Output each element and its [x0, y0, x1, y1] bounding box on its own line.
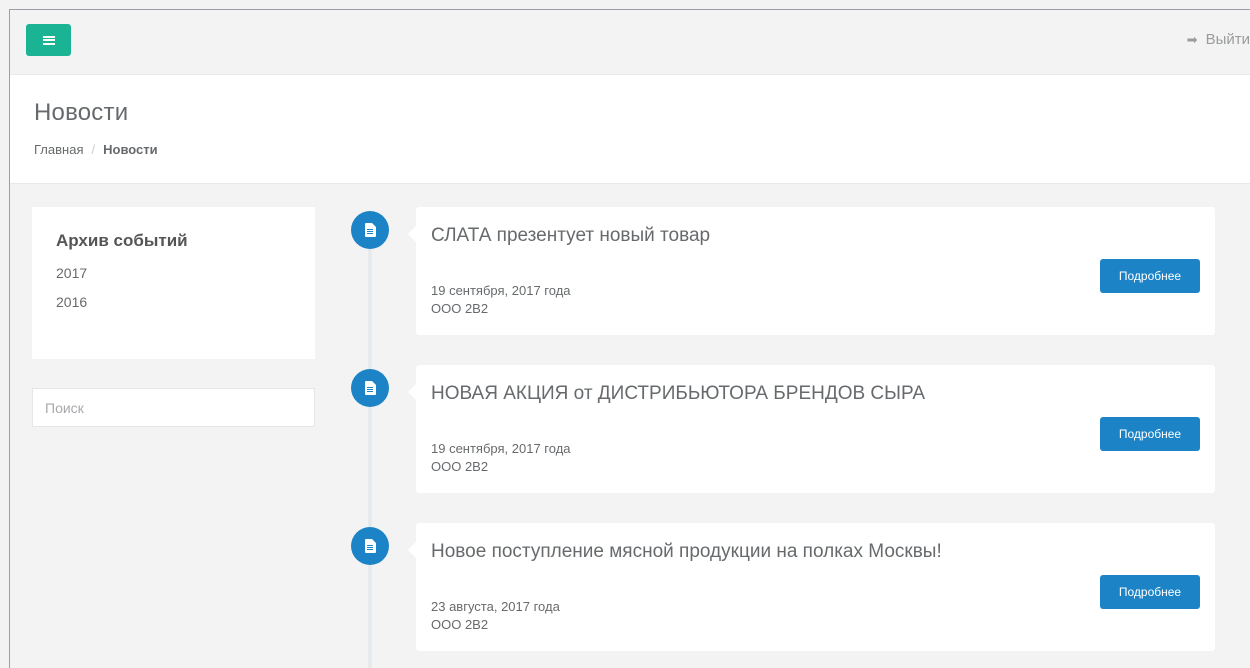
- archive-title: Архив событий: [56, 231, 188, 250]
- search-input[interactable]: [32, 388, 315, 427]
- timeline-icon: [351, 527, 389, 565]
- news-date: 19 сентября, 2017 года: [431, 441, 571, 456]
- archive-year-2016[interactable]: 2016: [56, 294, 291, 310]
- logout-link[interactable]: ➡ Выйти: [1187, 31, 1250, 48]
- news-date: 23 августа, 2017 года: [431, 599, 560, 614]
- timeline-line: [368, 240, 372, 668]
- more-button[interactable]: Подробнее: [1100, 259, 1200, 293]
- file-text-icon: [364, 539, 376, 553]
- breadcrumb: Главная / Новости: [34, 142, 158, 157]
- archive-panel: Архив событий 2017 2016: [32, 207, 315, 359]
- news-card: Новое поступление мясной продукции на по…: [408, 523, 1215, 651]
- file-text-icon: [364, 381, 376, 395]
- news-organization: ООО 2В2: [431, 301, 489, 316]
- sign-out-icon: ➡: [1186, 31, 1198, 47]
- timeline-icon: [351, 369, 389, 407]
- news-title: СЛАТА презентует новый товар: [431, 225, 711, 246]
- page-heading: Новости Главная / Новости: [10, 75, 1250, 184]
- news-title: НОВАЯ АКЦИЯ от ДИСТРИБЬЮТОРА БРЕНДОВ СЫР…: [431, 383, 926, 404]
- top-navbar: ➡ Выйти: [10, 10, 1250, 75]
- news-card: НОВАЯ АКЦИЯ от ДИСТРИБЬЮТОРА БРЕНДОВ СЫР…: [408, 365, 1215, 493]
- bars-icon: [42, 35, 55, 45]
- news-organization: ООО 2В2: [431, 459, 489, 474]
- file-text-icon: [364, 223, 376, 237]
- menu-toggle-button[interactable]: [26, 24, 71, 56]
- more-button[interactable]: Подробнее: [1100, 575, 1200, 609]
- breadcrumb-home-link[interactable]: Главная: [34, 142, 83, 157]
- news-date: 19 сентября, 2017 года: [431, 283, 571, 298]
- page-title: Новости: [34, 99, 129, 126]
- more-button[interactable]: Подробнее: [1100, 417, 1200, 451]
- news-title: Новое поступление мясной продукции на по…: [431, 541, 942, 562]
- breadcrumb-current: Новости: [103, 142, 158, 157]
- archive-year-2017[interactable]: 2017: [56, 265, 291, 281]
- app-frame: ➡ Выйти Новости Главная / Новости Архив со…: [9, 9, 1250, 668]
- breadcrumb-separator: /: [91, 142, 96, 157]
- news-card: СЛАТА презентует новый товар 19 сентября…: [408, 207, 1215, 335]
- timeline-icon: [351, 211, 389, 249]
- logout-label: Выйти: [1205, 31, 1250, 48]
- news-organization: ООО 2В2: [431, 617, 489, 632]
